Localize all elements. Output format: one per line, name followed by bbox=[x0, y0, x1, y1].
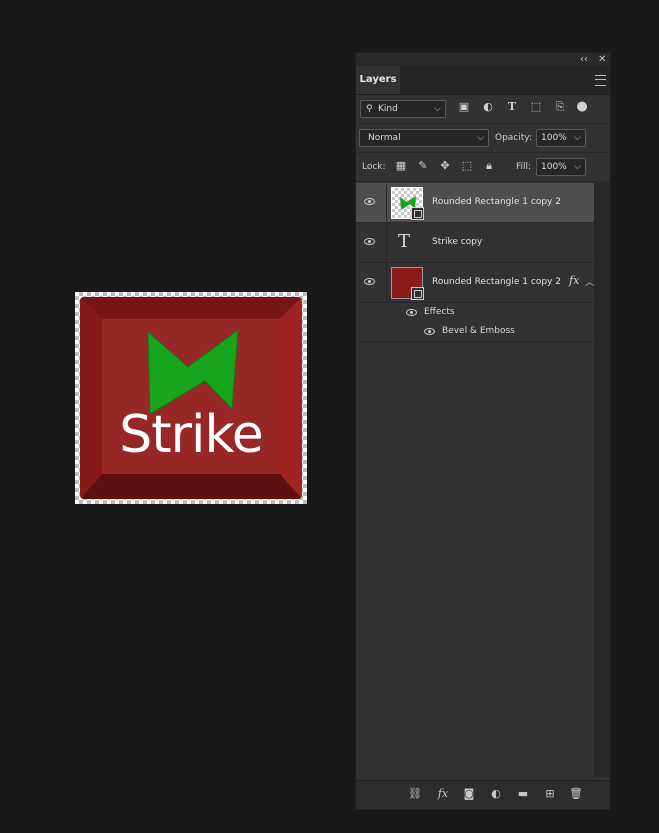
smart-object-badge-icon bbox=[411, 287, 424, 300]
filter-toggle-icon[interactable]: ● bbox=[575, 100, 589, 114]
opacity-label: Opacity: bbox=[495, 133, 532, 143]
eye-icon bbox=[364, 198, 375, 205]
document-canvas[interactable]: Strike bbox=[75, 292, 307, 504]
filter-kind-dropdown[interactable]: ⚲ Kind ⌵ bbox=[360, 100, 446, 118]
layer-name[interactable]: Rounded Rectangle 1 copy 2 bbox=[432, 196, 561, 209]
adjustment-filter-icon[interactable]: ◐ bbox=[481, 100, 495, 114]
blend-mode-dropdown[interactable]: Normal ⌵ bbox=[359, 129, 489, 147]
new-layer-icon[interactable]: ⊞ bbox=[543, 787, 557, 801]
smart-object-filter-icon[interactable]: ⎘ bbox=[553, 100, 567, 114]
close-panel-button[interactable]: ✕ bbox=[598, 53, 606, 66]
chevron-down-icon: ⌵ bbox=[434, 104, 441, 114]
blend-mode-value: Normal bbox=[368, 133, 401, 143]
layers-list: Rounded Rectangle 1 copy 2 T Strike copy… bbox=[356, 183, 594, 343]
eye-icon bbox=[364, 238, 375, 245]
new-group-icon[interactable]: ▬ bbox=[516, 787, 530, 801]
key-label: Strike bbox=[119, 405, 263, 465]
shape-filter-icon[interactable]: ⬚ bbox=[529, 100, 543, 114]
add-mask-icon[interactable]: ◙ bbox=[462, 787, 476, 801]
lightning-bolt-icon bbox=[147, 328, 239, 415]
eye-icon[interactable] bbox=[424, 328, 435, 335]
strike-key-artwork: Strike bbox=[80, 297, 302, 499]
chevron-down-icon: ⌵ bbox=[574, 133, 581, 143]
chevron-up-icon[interactable]: ︿ bbox=[585, 275, 594, 288]
effects-row[interactable]: Effects bbox=[356, 303, 594, 322]
fill-label: Fill: bbox=[516, 162, 532, 172]
layer-row[interactable]: T Strike copy bbox=[356, 223, 594, 263]
blend-row: Normal ⌵ Opacity: 100% ⌵ bbox=[356, 124, 610, 153]
lock-transparent-icon[interactable]: ▦ bbox=[394, 159, 408, 173]
panel-tabbar: Layers bbox=[356, 66, 610, 95]
fx-icon[interactable]: fx bbox=[569, 274, 579, 287]
lock-artboard-icon[interactable]: ⬚ bbox=[460, 159, 474, 173]
lock-position-icon[interactable]: ✥ bbox=[438, 159, 452, 173]
layer-row[interactable]: Rounded Rectangle 1 copy 2 bbox=[356, 183, 594, 223]
eye-icon[interactable] bbox=[406, 309, 417, 316]
effects-label: Effects bbox=[424, 307, 455, 317]
panel-footer: ⛓︎ fx ◙ ◐ ▬ ⊞ 🗑︎ bbox=[356, 780, 610, 809]
lock-label: Lock: bbox=[362, 162, 386, 172]
layers-scrollbar[interactable] bbox=[594, 183, 610, 777]
layer-thumbnail bbox=[391, 187, 424, 220]
delete-layer-icon[interactable]: 🗑︎ bbox=[569, 787, 583, 801]
layer-thumbnail bbox=[391, 267, 424, 300]
layer-row[interactable]: Rounded Rectangle 1 copy 2 fx ︿ bbox=[356, 263, 594, 303]
tab-layers[interactable]: Layers bbox=[356, 66, 400, 94]
layer-name[interactable]: Rounded Rectangle 1 copy 2 bbox=[432, 276, 561, 289]
eye-icon bbox=[364, 278, 375, 285]
type-filter-icon[interactable]: T bbox=[505, 100, 519, 114]
lock-paint-icon[interactable]: ✎ bbox=[416, 159, 430, 173]
adjustment-layer-icon[interactable]: ◐ bbox=[489, 787, 503, 801]
lock-row: Lock: ▦ ✎ ✥ ⬚ 🔒︎ Fill: 100% ⌵ bbox=[356, 153, 610, 182]
fill-field[interactable]: 100% ⌵ bbox=[536, 158, 586, 176]
visibility-toggle[interactable] bbox=[356, 263, 387, 302]
image-filter-icon[interactable]: ▣ bbox=[457, 100, 471, 114]
panel-topbar: ‹‹ ✕ bbox=[356, 53, 610, 66]
filter-row: ⚲ Kind ⌵ ▣ ◐ T ⬚ ⎘ ● bbox=[356, 95, 610, 124]
link-layers-icon[interactable]: ⛓︎ bbox=[408, 787, 422, 801]
collapse-panel-button[interactable]: ‹‹ bbox=[580, 53, 588, 66]
add-style-icon[interactable]: fx bbox=[436, 787, 450, 801]
filter-kind-label: Kind bbox=[378, 104, 398, 114]
visibility-toggle[interactable] bbox=[356, 223, 387, 262]
opacity-field[interactable]: 100% ⌵ bbox=[536, 129, 586, 147]
fill-value: 100% bbox=[541, 162, 567, 172]
chevron-down-icon: ⌵ bbox=[574, 162, 581, 172]
layer-name[interactable]: Strike copy bbox=[432, 236, 482, 249]
lock-all-icon[interactable]: 🔒︎ bbox=[482, 159, 496, 173]
opacity-value: 100% bbox=[541, 133, 567, 143]
layers-panel: ‹‹ ✕ Layers ⚲ Kind ⌵ ▣ ◐ T ⬚ ⎘ ● Normal … bbox=[355, 52, 611, 810]
smart-object-badge-icon bbox=[411, 207, 424, 220]
panel-menu-icon[interactable] bbox=[595, 75, 606, 86]
chevron-down-icon: ⌵ bbox=[477, 133, 484, 143]
effect-item-row[interactable]: Bevel & Emboss bbox=[356, 322, 594, 342]
text-layer-icon: T bbox=[398, 231, 411, 252]
effect-name: Bevel & Emboss bbox=[442, 326, 515, 336]
visibility-toggle[interactable] bbox=[356, 183, 387, 222]
search-icon: ⚲ bbox=[366, 104, 373, 114]
